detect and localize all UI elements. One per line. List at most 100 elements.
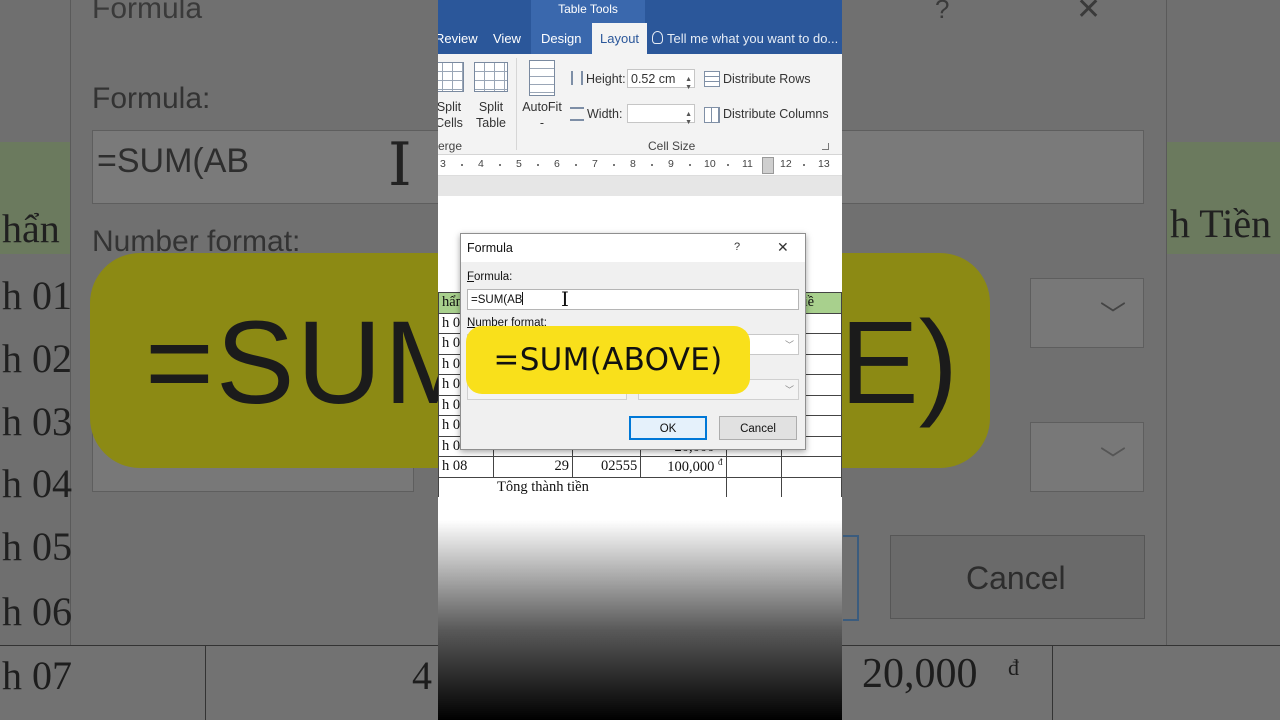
bg-formula-text: =SUM(AB <box>97 142 250 180</box>
distribute-columns-button[interactable]: Distribute Columns <box>723 107 829 121</box>
bg-row-label: h 05 <box>2 524 72 569</box>
distribute-columns-icon <box>704 107 720 123</box>
bg-bottom-row-currency: đ <box>1008 655 1019 680</box>
formula-overlay-caption: =SUM(ABOVE) <box>466 326 750 394</box>
word-window: Table Tools Review View Design Layout Te… <box>438 0 842 720</box>
ruler-number: 6 <box>554 158 560 170</box>
bg-help-icon: ? <box>935 0 950 24</box>
tab-layout[interactable]: Layout <box>592 23 648 54</box>
bottom-fade <box>438 520 842 720</box>
row-height-icon <box>571 71 583 85</box>
chevron-down-icon: ﹀ <box>784 385 794 395</box>
ruler-number: 10 <box>704 158 716 170</box>
height-input[interactable]: 0.52 cm ▲ ▼ <box>627 69 695 91</box>
bg-row-label: h 06 <box>2 589 72 634</box>
autofit-button[interactable]: AutoFit - <box>520 99 564 131</box>
bg-bottom-row-qty: 4 <box>412 653 432 698</box>
overlay-text: =SUM(ABOVE) <box>493 342 723 378</box>
bg-formula-label: Formula: <box>92 82 211 115</box>
tab-design[interactable]: Design <box>541 31 581 46</box>
split-table-icon <box>474 62 508 92</box>
bg-chevron-down-icon: ﹀ <box>1100 300 1127 330</box>
total-value-cell[interactable] <box>725 476 782 497</box>
total-label: Tông thành tiền <box>438 476 727 497</box>
formula-label-text: ormula: <box>474 271 513 283</box>
bg-row-label: h 01 <box>2 273 72 318</box>
tell-me-search[interactable]: Tell me what you want to do... <box>652 31 838 46</box>
ruler-number: 11 <box>742 158 753 170</box>
cell-size-launcher-icon[interactable] <box>822 143 829 150</box>
autofit-icon <box>529 60 555 96</box>
formula-label-accesskey: F <box>467 271 475 283</box>
ruler-number: 3 <box>440 158 446 170</box>
bg-cell-border <box>205 645 206 720</box>
bg-close-icon: ✕ <box>1076 0 1102 26</box>
bg-bottom-row-label: h 07 <box>2 653 72 698</box>
bg-row-label: h 02 <box>2 336 72 381</box>
chevron-down-icon: ﹀ <box>784 340 794 350</box>
spin-down-icon[interactable]: ▼ <box>685 78 692 97</box>
amount-value: 100,000 <box>667 459 715 476</box>
split-cells-button[interactable]: Split Cells <box>438 99 464 131</box>
group-separator <box>516 58 517 150</box>
ribbon-tab-bar: Table Tools Review View Design Layout Te… <box>438 0 842 54</box>
width-input[interactable]: ▲ ▼ <box>627 104 695 126</box>
ruler-tick <box>803 164 805 166</box>
split-table-button[interactable]: Split Table <box>472 99 510 131</box>
cell-amount: 100,000 đ <box>640 456 727 478</box>
bg-ibeam-cursor-icon: I <box>388 130 412 200</box>
ruler-number: 4 <box>478 158 484 170</box>
help-icon[interactable]: ? <box>734 241 740 253</box>
bg-row-label: h 04 <box>2 461 72 506</box>
split-cells-icon <box>438 62 464 92</box>
spin-down-icon[interactable]: ▼ <box>685 113 692 132</box>
lightbulb-icon <box>652 31 663 44</box>
formula-label: Formula: <box>467 271 512 283</box>
horizontal-ruler[interactable]: 3 4 5 6 7 8 9 10 11 12 13 <box>438 155 842 176</box>
bg-cell-border <box>1052 645 1053 720</box>
cell-extra <box>780 476 842 497</box>
ruler-number: 12 <box>780 158 792 170</box>
bg-header-right-text: h Tiền <box>1170 201 1272 246</box>
cell-total <box>725 456 782 478</box>
table-row[interactable]: h 08 29 02555 100,000 đ <box>438 456 842 478</box>
cell-extra <box>780 456 842 478</box>
ruler-tick <box>651 164 653 166</box>
bg-number-format-select <box>1030 278 1144 348</box>
ruler-number: 7 <box>592 158 598 170</box>
distribute-rows-icon <box>704 71 720 87</box>
cell-size-group-label: Cell Size <box>648 139 696 153</box>
ok-button[interactable]: OK <box>629 416 707 440</box>
ruler-number: 5 <box>516 158 522 170</box>
height-label: Height: <box>586 72 626 86</box>
ibeam-cursor-icon: I <box>561 287 569 311</box>
ruler-tick <box>613 164 615 166</box>
tab-view[interactable]: View <box>493 31 521 46</box>
total-row[interactable]: Tông thành tiền <box>438 476 842 497</box>
ruler-number: 8 <box>630 158 636 170</box>
ruler-tick <box>499 164 501 166</box>
cell-code: 02555 <box>571 456 642 478</box>
formula-input-value: =SUM(AB <box>471 294 523 306</box>
bg-ok-button-edge <box>843 535 859 621</box>
tab-review[interactable]: Review <box>438 31 478 46</box>
ruler-tick <box>689 164 691 166</box>
ruler-tick <box>727 164 729 166</box>
ruler-tick <box>537 164 539 166</box>
close-icon[interactable]: ✕ <box>777 239 789 256</box>
dialog-titlebar[interactable]: Formula ? ✕ <box>461 234 805 262</box>
table-tools-label: Table Tools <box>558 2 618 16</box>
cancel-button[interactable]: Cancel <box>719 416 797 440</box>
bg-dialog-title: Formula <box>92 0 203 25</box>
distribute-rows-button[interactable]: Distribute Rows <box>723 72 811 86</box>
text-caret <box>522 292 524 305</box>
bg-row-label: hẩn <box>2 206 60 251</box>
ribbon-layout-panel: Split Cells Split Table erge AutoFit - H… <box>438 54 842 155</box>
formula-input[interactable]: =SUM(AB <box>467 289 799 310</box>
bg-chevron-down-icon-2: ﹀ <box>1100 445 1127 475</box>
cell-qty: 29 <box>492 456 574 478</box>
merge-group-label: erge <box>438 139 463 153</box>
bg-paste-bookmark-select <box>1030 422 1144 492</box>
cell-name: h 08 <box>438 456 494 478</box>
column-marker-icon[interactable] <box>762 157 774 174</box>
